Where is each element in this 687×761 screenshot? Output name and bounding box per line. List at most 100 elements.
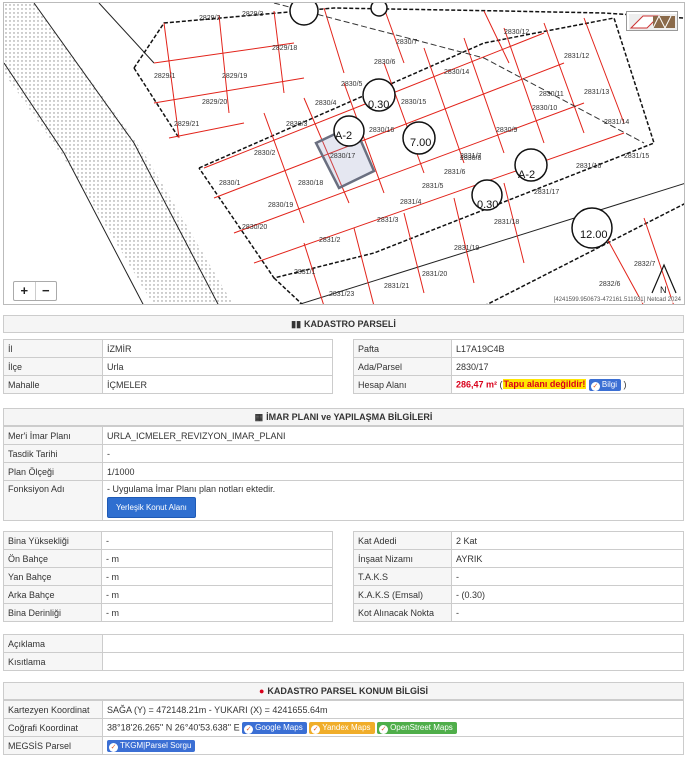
parcel-label: 2830/12 (504, 29, 530, 36)
parcel-label: 2832/7 (634, 261, 656, 268)
parcel-label: 2829/2 (199, 15, 221, 22)
parcel-label: 2831/3 (377, 217, 399, 224)
parcel-label: 2831/6 (444, 169, 466, 176)
osm-label: OpenStreet Maps (390, 722, 453, 732)
tasdik-value: - (102, 444, 684, 463)
parcel-label: 2831/21 (384, 283, 410, 290)
parcel-label: 2831/19 (454, 245, 480, 252)
google-maps-label: Google Maps (255, 722, 303, 732)
yapi-right-value: - (0.30) (451, 585, 684, 604)
location-pin-icon: ● (258, 686, 265, 696)
yapi-left-value: - m (101, 585, 333, 604)
cadastre-map[interactable]: 2829/2 2829/3 2829/18 2829/1 2829/19 2829/20 2… (3, 2, 685, 305)
yandex-maps-label: Yandex Maps (322, 722, 371, 732)
tkgm-button[interactable]: ✓ TKGM|Parsel Sorgu (107, 739, 196, 752)
mahalle-label: Mahalle (3, 375, 103, 394)
parcel-label: 2831/18 (494, 219, 520, 226)
parcel-label: 2830/2 (254, 150, 276, 157)
bilgi-button[interactable]: ✓ Bilgi (588, 378, 622, 391)
pafta-label: Pafta (353, 339, 452, 358)
konum-section-title: ● KADASTRO PARSEL KONUM BİLGİSİ (3, 682, 684, 700)
bilgi-label: Bilgi (601, 379, 618, 389)
cografi-value: 38°18'26.265'' N 26°40'53.638'' E (107, 721, 240, 732)
yapi-right-table: Kat Adedi 2 Kat İnşaat Nizamı AYRIK T.A.K.S -… (353, 531, 684, 622)
ada-label: Ada/Parsel (353, 357, 452, 376)
ilce-label: İlçe (3, 357, 103, 376)
parcel-label: 2830/19 (268, 202, 294, 209)
kadastro-section-title: ▮▮ KADASTRO PARSELİ (3, 315, 684, 333)
map-icon: ✓ (379, 724, 389, 734)
tasdik-label: Tasdik Tarihi (3, 444, 103, 463)
kartezyen-label: Kartezyen Koordinat (3, 700, 103, 719)
yapi-right-label: Kot Alınacak Nokta (353, 603, 452, 622)
yapi-left-value: - m (101, 549, 333, 568)
parcel-label: 2831/20 (422, 271, 448, 278)
osm-button[interactable]: ✓ OpenStreet Maps (377, 721, 457, 734)
zone-label: A-2 (518, 169, 536, 181)
parcel-label: 2830/16 (369, 127, 395, 134)
cografi-cell: 38°18'26.265'' N 26°40'53.638'' E ✓ Googl… (102, 718, 684, 737)
info-icon: ✓ (590, 381, 600, 391)
kisitlama-label: Kısıtlama (3, 652, 103, 671)
google-maps-button[interactable]: ✓ Google Maps (242, 721, 307, 734)
map-icon: ✓ (244, 724, 254, 734)
imar-section-title: ▦ İMAR PLANI ve YAPILAŞMA BİLGİLERİ (3, 408, 684, 426)
zoom-in-button[interactable]: + (14, 282, 36, 300)
yapi-right-value: AYRIK (451, 549, 684, 568)
kartezyen-value: SAĞA (Y) = 472148.21m - YUKARI (X) = 424… (102, 700, 684, 719)
zone-label: A-2 (335, 130, 353, 142)
kadastro-left-table: İl İZMİR İlçe Urla Mahalle İÇMELER (3, 339, 333, 394)
il-label: İl (3, 339, 103, 358)
parcel-label: 2830/20 (242, 224, 268, 231)
fonksiyon-button[interactable]: Yerleşik Konut Alanı (107, 497, 196, 518)
cografi-label: Coğrafi Koordinat (3, 718, 103, 737)
parcel-label: 2829/19 (222, 73, 248, 80)
yapi-right-label: Kat Adedi (353, 531, 452, 550)
alan-note-close: ) (623, 378, 627, 389)
aciklama-table: Açıklama Kısıtlama (3, 634, 684, 671)
parcel-label: 2830/17 (330, 153, 356, 160)
parcel-label: 2829/18 (272, 45, 298, 52)
alan-warning: Tapu alanı değildir! (502, 378, 587, 389)
imar-title-text: İMAR PLANI ve YAPILAŞMA BİLGİLERİ (266, 412, 433, 422)
imar-table: Mer'i İmar Planı URLA_ICMELER_REVIZYON_IM… (3, 426, 684, 521)
yapi-right-value: 2 Kat (451, 531, 684, 550)
parcel-label: 2830/15 (401, 99, 427, 106)
aciklama-label: Açıklama (3, 634, 103, 653)
parcel-label: 2831/7 (460, 153, 482, 160)
parcel-label: 2830/18 (298, 180, 324, 187)
zoom-out-button[interactable]: − (36, 282, 57, 300)
tkgm-label: TKGM|Parsel Sorgu (120, 740, 192, 750)
parcel-label: 2829/3 (242, 11, 264, 18)
yapi-left-table: Bina Yüksekliği - Ön Bahçe - m Yan Bahçe - mA… (3, 531, 333, 622)
layers-toggle-button[interactable] (626, 11, 678, 31)
alan-value: 286,47 m² (456, 378, 498, 389)
parcel-label: 2831/17 (534, 189, 560, 196)
parcel-label: 2831/1 (294, 269, 316, 276)
parcel-label: 2831/14 (604, 119, 630, 126)
fonksiyon-cell: - Uygulama İmar Planı plan notları ekted… (102, 480, 684, 521)
yapi-right-value: - (451, 603, 684, 622)
parcel-label: 2830/14 (444, 69, 470, 76)
parcel-label: 2830/5 (341, 81, 363, 88)
parcel-label: 2830/6 (374, 59, 396, 66)
mer-label: Mer'i İmar Planı (3, 426, 103, 445)
map-attribution: [4241599.950673-472161.511931] Netcad 20… (553, 297, 681, 303)
yandex-maps-button[interactable]: ✓ Yandex Maps (309, 721, 375, 734)
yapi-right-label: İnşaat Nizamı (353, 549, 452, 568)
aciklama-value (102, 634, 684, 653)
konum-table: Kartezyen Koordinat SAĞA (Y) = 472148.21m… (3, 700, 684, 755)
parcel-label: 2829/20 (202, 99, 228, 106)
parcel-label: 2831/23 (329, 291, 355, 298)
yapi-left-value: - (101, 531, 333, 550)
yapi-right-label: K.A.K.S (Emsal) (353, 585, 452, 604)
megsis-label: MEGSİS Parsel (3, 736, 103, 755)
olcek-value: 1/1000 (102, 462, 684, 481)
north-label: N (660, 285, 667, 295)
parcel-label: 2831/2 (319, 237, 341, 244)
kisitlama-value (102, 652, 684, 671)
yapi-left-label: Arka Bahçe (3, 585, 102, 604)
mahalle-value: İÇMELER (102, 375, 333, 394)
fonksiyon-value: - Uygulama İmar Planı plan notları ekted… (107, 484, 276, 494)
il-value: İZMİR (102, 339, 333, 358)
